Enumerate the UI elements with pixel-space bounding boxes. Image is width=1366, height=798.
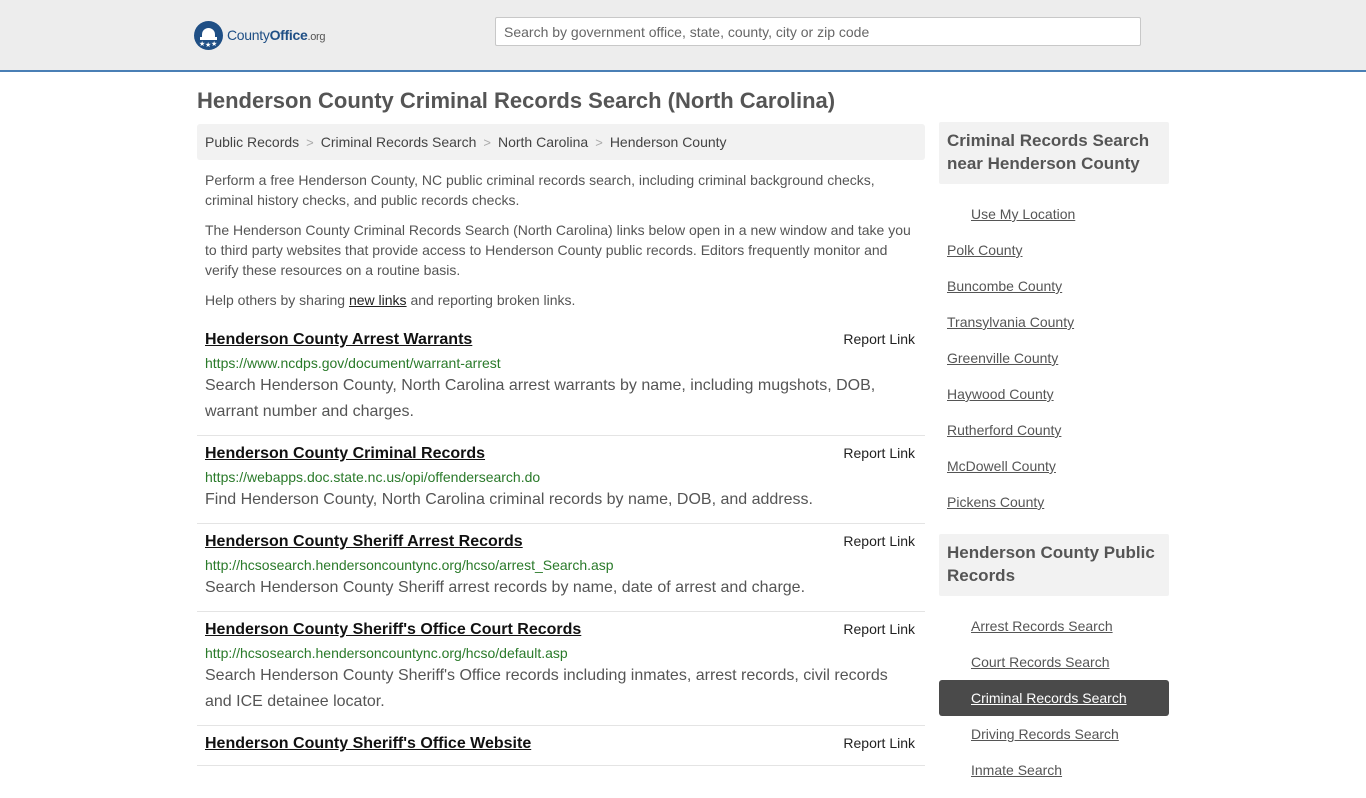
driving-records-search-link[interactable]: Driving Records Search bbox=[971, 726, 1119, 742]
nearby-county-link[interactable]: Rutherford County bbox=[947, 422, 1061, 438]
nearby-county-link[interactable]: Transylvania County bbox=[947, 314, 1074, 330]
result-description: Search Henderson County Sheriff arrest r… bbox=[205, 579, 806, 596]
court-records-search-link[interactable]: Court Records Search bbox=[971, 654, 1110, 670]
result-url: http://hcsosearch.hendersoncountync.org/… bbox=[205, 557, 614, 573]
result-description: Find Henderson County, North Carolina cr… bbox=[205, 491, 813, 508]
nearby-county-item: Haywood County bbox=[939, 376, 1169, 412]
intro-paragraph-2: The Henderson County Criminal Records Se… bbox=[205, 222, 911, 278]
inmate-search-link[interactable]: Inmate Search bbox=[971, 762, 1062, 778]
intro-paragraph-3: Help others by sharing new links and rep… bbox=[205, 290, 920, 310]
breadcrumb-north-carolina[interactable]: North Carolina bbox=[498, 134, 588, 150]
logo-text: CountyOffice.org bbox=[227, 27, 326, 43]
result-title-link[interactable]: Henderson County Sheriff Arrest Records bbox=[205, 531, 523, 553]
nearby-county-item: Buncombe County bbox=[939, 268, 1169, 304]
intro-report-text: and reporting broken links. bbox=[406, 292, 576, 308]
nearby-county-item: Polk County bbox=[939, 232, 1169, 268]
result-title-link[interactable]: Henderson County Sheriff's Office Websit… bbox=[205, 733, 531, 755]
result-url: https://webapps.doc.state.nc.us/opi/offe… bbox=[205, 469, 541, 485]
nearby-county-link[interactable]: Greenville County bbox=[947, 350, 1058, 366]
breadcrumb-separator: > bbox=[483, 134, 491, 150]
result-title-link[interactable]: Henderson County Arrest Warrants bbox=[205, 329, 472, 351]
public-records-item: Arrest Records Search bbox=[939, 608, 1169, 644]
logo-tld: .org bbox=[307, 31, 326, 43]
result-item: Henderson County Sheriff's Office Websit… bbox=[197, 726, 925, 766]
new-links-link[interactable]: new links bbox=[349, 292, 407, 308]
report-link[interactable]: Report Link bbox=[843, 445, 915, 461]
nearby-county-link[interactable]: Pickens County bbox=[947, 494, 1044, 510]
public-records-heading: Henderson County Public Records bbox=[939, 534, 1169, 596]
intro-text: Perform a free Henderson County, NC publ… bbox=[205, 170, 920, 320]
public-records-item-active: Criminal Records Search bbox=[939, 680, 1169, 716]
logo-office: Office bbox=[269, 27, 308, 43]
criminal-records-search-link[interactable]: Criminal Records Search bbox=[971, 690, 1127, 706]
nearby-heading: Criminal Records Search near Henderson C… bbox=[939, 122, 1169, 184]
report-link[interactable]: Report Link bbox=[843, 621, 915, 637]
arrest-records-search-link[interactable]: Arrest Records Search bbox=[971, 618, 1113, 634]
capitol-logo-icon: ★ ★ ★ bbox=[194, 20, 223, 50]
result-description: Search Henderson County Sheriff's Office… bbox=[205, 667, 888, 710]
use-location-item: Use My Location bbox=[939, 196, 1169, 232]
breadcrumb-separator: > bbox=[306, 134, 314, 150]
search-input[interactable] bbox=[495, 17, 1141, 46]
breadcrumb: Public Records > Criminal Records Search… bbox=[197, 124, 925, 160]
result-title-link[interactable]: Henderson County Sheriff's Office Court … bbox=[205, 619, 581, 641]
public-records-item: Court Records Search bbox=[939, 644, 1169, 680]
nearby-county-item: Pickens County bbox=[939, 484, 1169, 520]
site-header: ★ ★ ★ CountyOffice.org bbox=[0, 0, 1366, 72]
result-url: http://hcsosearch.hendersoncountync.org/… bbox=[205, 645, 568, 661]
intro-paragraph-1: Perform a free Henderson County, NC publ… bbox=[205, 172, 875, 208]
breadcrumb-criminal-records-search[interactable]: Criminal Records Search bbox=[321, 134, 477, 150]
site-logo[interactable]: ★ ★ ★ CountyOffice.org bbox=[194, 20, 326, 50]
intro-share-text: Help others by sharing bbox=[205, 292, 349, 308]
nearby-county-item: McDowell County bbox=[939, 448, 1169, 484]
sidebar: Criminal Records Search near Henderson C… bbox=[939, 122, 1169, 798]
logo-county: County bbox=[227, 27, 270, 43]
breadcrumb-separator: > bbox=[595, 134, 603, 150]
public-records-item: Driving Records Search bbox=[939, 716, 1169, 752]
report-link[interactable]: Report Link bbox=[843, 331, 915, 347]
page-title: Henderson County Criminal Records Search… bbox=[197, 88, 836, 113]
report-link[interactable]: Report Link bbox=[843, 533, 915, 549]
nearby-county-item: Rutherford County bbox=[939, 412, 1169, 448]
nearby-county-link[interactable]: Haywood County bbox=[947, 386, 1054, 402]
public-records-item: Inmate Search bbox=[939, 752, 1169, 788]
nearby-county-link[interactable]: McDowell County bbox=[947, 458, 1056, 474]
breadcrumb-public-records[interactable]: Public Records bbox=[205, 134, 299, 150]
result-url: https://www.ncdps.gov/document/warrant-a… bbox=[205, 355, 501, 371]
results-list: Henderson County Arrest Warrants Report … bbox=[197, 322, 925, 766]
result-item: Henderson County Criminal Records Report… bbox=[197, 436, 925, 524]
nearby-county-item: Transylvania County bbox=[939, 304, 1169, 340]
result-item: Henderson County Arrest Warrants Report … bbox=[197, 322, 925, 436]
result-item: Henderson County Sheriff's Office Court … bbox=[197, 612, 925, 726]
report-link[interactable]: Report Link bbox=[843, 735, 915, 751]
result-item: Henderson County Sheriff Arrest Records … bbox=[197, 524, 925, 612]
result-title-link[interactable]: Henderson County Criminal Records bbox=[205, 443, 485, 465]
nearby-county-item: Greenville County bbox=[939, 340, 1169, 376]
result-description: Search Henderson County, North Carolina … bbox=[205, 377, 876, 420]
nearby-county-link[interactable]: Buncombe County bbox=[947, 278, 1062, 294]
nearby-county-link[interactable]: Polk County bbox=[947, 242, 1022, 258]
breadcrumb-henderson-county[interactable]: Henderson County bbox=[610, 134, 727, 150]
nearby-list: Use My Location Polk County Buncombe Cou… bbox=[939, 184, 1169, 530]
use-my-location-link[interactable]: Use My Location bbox=[971, 206, 1075, 222]
